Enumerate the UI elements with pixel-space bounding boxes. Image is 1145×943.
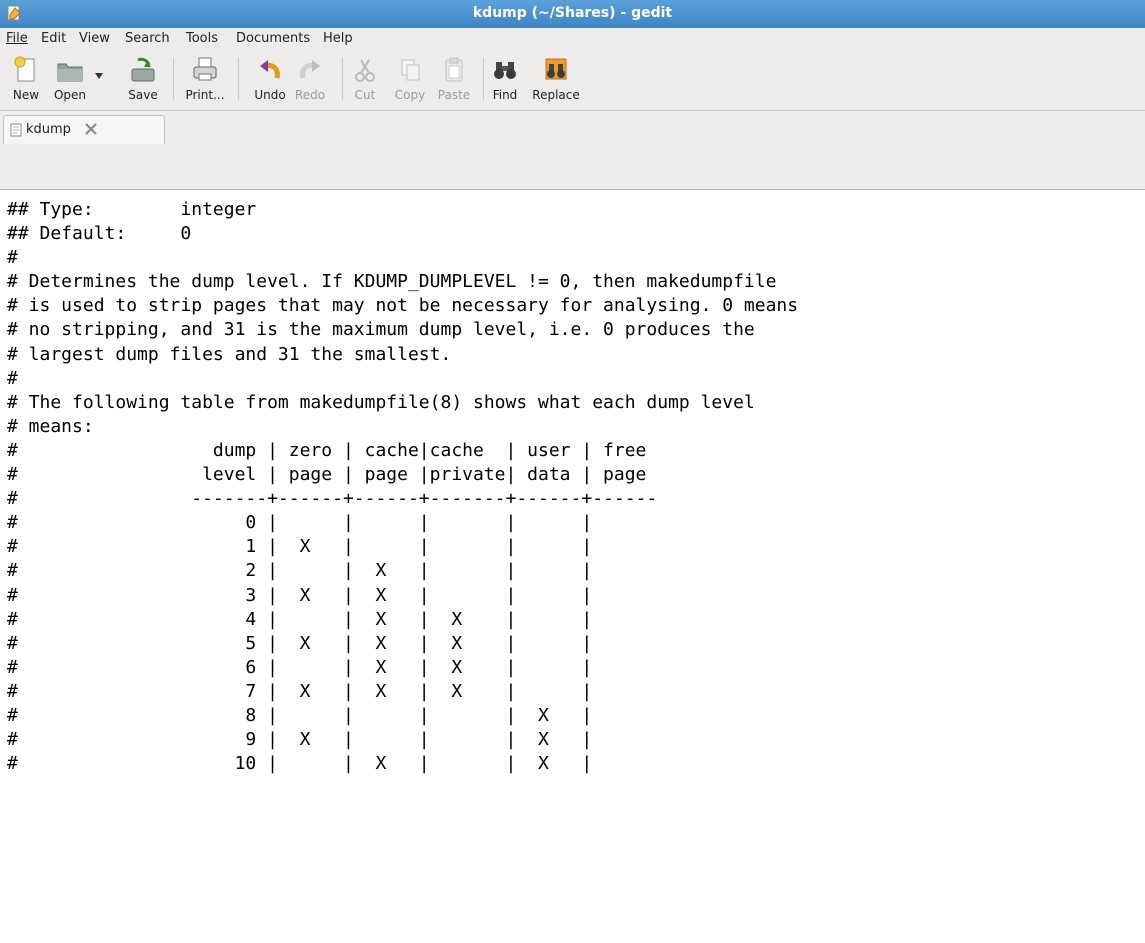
window-title: kdump (~/Shares) - gedit	[472, 5, 673, 21]
redo-icon	[300, 60, 320, 79]
binoculars-icon	[494, 62, 516, 79]
menu-help[interactable]: Help	[323, 31, 353, 46]
menu-edit-label: Edit	[41, 31, 67, 46]
find-replace-icon	[545, 58, 567, 80]
editor-line: #	[7, 367, 18, 389]
replace-label: Replace	[532, 88, 580, 102]
menu-file[interactable]: File	[6, 31, 28, 46]
menu-tools[interactable]: Tools	[186, 31, 218, 46]
editor-line: # 7 | X | X | X | |	[7, 680, 593, 702]
editor-line: # no stripping, and 31 is the maximum du…	[7, 319, 755, 341]
editor-line: # Determines the dump level. If KDUMP_DU…	[7, 271, 777, 293]
menu-search-label: Search	[125, 31, 170, 46]
folder-open-icon	[57, 63, 83, 82]
editor-text[interactable]: ## Type: integer ## Default: 0 # # Deter…	[0, 190, 1145, 776]
toolbar-separator	[173, 58, 174, 100]
editor-line: # is used to strip pages that may not be…	[7, 295, 799, 317]
new-document-icon	[14, 56, 35, 82]
editor-line: # means:	[7, 415, 94, 437]
print-label: Print...	[185, 88, 225, 102]
menu-file-label: File	[6, 31, 28, 46]
open-dropdown-arrow-icon[interactable]	[94, 72, 104, 80]
editor-line: # 3 | X | X | | |	[7, 584, 593, 606]
tab-kdump[interactable]: kdump	[3, 115, 165, 144]
document-tab-bar: kdump	[0, 111, 1145, 189]
editor-line: # largest dump files and 31 the smallest…	[7, 343, 452, 365]
editor-line: # 5 | X | X | X | |	[7, 632, 593, 654]
editor-line: # 8 | | | | X |	[7, 704, 593, 726]
toolbar-separator	[238, 58, 239, 100]
open-button[interactable]: Open	[40, 54, 100, 106]
text-editor[interactable]: ## Type: integer ## Default: 0 # # Deter…	[0, 189, 1145, 943]
menu-documents[interactable]: Documents	[236, 31, 310, 46]
editor-line: # 10 | | X | | X |	[7, 753, 593, 775]
editor-line: # -------+------+------+-------+------+-…	[7, 488, 658, 510]
menu-help-label: Help	[323, 31, 353, 46]
printer-icon	[193, 57, 217, 81]
text-document-icon	[10, 123, 22, 137]
editor-line: # 9 | X | | | X |	[7, 729, 593, 751]
paste-icon	[445, 57, 463, 82]
editor-line: # 1 | X | | | |	[7, 536, 593, 558]
copy-icon	[401, 59, 420, 81]
save-label: Save	[128, 88, 158, 102]
editor-line: ## Type: integer	[7, 199, 257, 220]
menu-view-label: View	[79, 31, 110, 46]
editor-line: ## Default: 0	[7, 223, 192, 245]
editor-line: # The following table from makedumpfile(…	[7, 391, 755, 413]
tab-kdump-label: kdump	[26, 122, 71, 137]
editor-line: # 6 | | X | X | |	[7, 656, 593, 678]
editor-line: #	[7, 247, 18, 269]
save-button[interactable]: Save	[113, 54, 173, 106]
menu-view[interactable]: View	[79, 31, 110, 46]
menu-edit[interactable]: Edit	[41, 31, 66, 46]
redo-button[interactable]: Redo	[280, 54, 340, 106]
scissors-icon	[355, 59, 375, 82]
menu-bar: File Edit View Search Tools Documents He…	[0, 28, 1145, 51]
replace-button[interactable]: Replace	[526, 54, 586, 106]
menu-tools-label: Tools	[186, 31, 219, 46]
print-button[interactable]: Print...	[175, 54, 235, 106]
main-toolbar: New Open Save Print... Undo Redo Cut Cop…	[0, 50, 1145, 111]
close-tab-icon[interactable]	[84, 122, 98, 136]
open-label: Open	[53, 88, 87, 102]
save-icon	[131, 57, 155, 82]
menu-documents-label: Documents	[236, 31, 311, 46]
window-titlebar[interactable]: kdump (~/Shares) - gedit	[0, 0, 1145, 28]
editor-line: # 2 | | X | | |	[7, 560, 593, 582]
menu-search[interactable]: Search	[125, 31, 170, 46]
editor-line: # 4 | | X | X | |	[7, 608, 593, 630]
redo-label: Redo	[294, 88, 326, 102]
editor-line: # 0 | | | | |	[7, 512, 593, 534]
editor-line: # level | page | page |private| data | p…	[7, 464, 647, 486]
editor-line: # dump | zero | cache|cache | user | fre…	[7, 439, 647, 461]
